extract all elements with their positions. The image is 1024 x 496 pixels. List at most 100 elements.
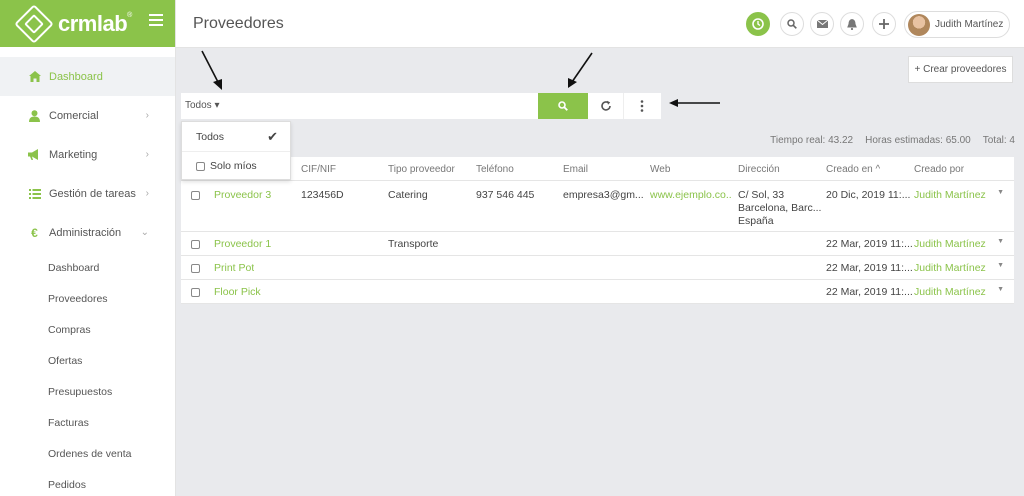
column-header-web[interactable]: Web bbox=[650, 164, 670, 175]
plus-icon bbox=[879, 19, 889, 29]
create-supplier-button[interactable]: + Crear proveedores bbox=[908, 56, 1013, 83]
sidebar-item-comercial[interactable]: Comercial › bbox=[0, 96, 175, 135]
brand-bar: crmlab ® bbox=[0, 0, 175, 47]
supplier-name-link[interactable]: Floor Pick bbox=[214, 286, 261, 298]
user-menu[interactable]: Judith Martínez bbox=[904, 11, 1010, 38]
chevron-right-icon: › bbox=[145, 110, 149, 121]
page-title: Proveedores bbox=[193, 15, 284, 32]
address-line: C/ Sol, 33 bbox=[738, 189, 785, 201]
column-header-email[interactable]: Email bbox=[563, 164, 588, 175]
user-icon bbox=[28, 109, 41, 122]
table-row[interactable]: Proveedor 1 Transporte 22 Mar, 2019 11:.… bbox=[181, 232, 1014, 256]
cell-creado-en: 22 Mar, 2019 11:... bbox=[826, 262, 913, 274]
row-actions-caret-icon[interactable]: ▼ bbox=[997, 238, 1004, 245]
column-header-direccion[interactable]: Dirección bbox=[738, 164, 780, 175]
filter-dropdown-menu: Todos ✔ Solo míos bbox=[181, 121, 291, 180]
column-header-telefono[interactable]: Teléfono bbox=[476, 164, 514, 175]
search-button[interactable] bbox=[780, 12, 804, 36]
checkmark-icon: ✔ bbox=[267, 128, 278, 144]
cell-tipo: Catering bbox=[388, 189, 428, 201]
mail-button[interactable] bbox=[810, 12, 834, 36]
sidebar-subitem-pedidos[interactable]: Pedidos bbox=[0, 469, 175, 496]
sidebar-item-gestion-tareas[interactable]: Gestión de tareas › bbox=[0, 174, 175, 213]
add-button[interactable] bbox=[872, 12, 896, 36]
sidebar-subitem-compras[interactable]: Compras bbox=[0, 314, 175, 345]
sidebar-subitem-presupuestos[interactable]: Presupuestos bbox=[0, 376, 175, 407]
row-actions-caret-icon[interactable]: ▼ bbox=[997, 286, 1004, 293]
cell-creado-por[interactable]: Judith Martínez bbox=[914, 262, 986, 274]
supplier-name-link[interactable]: Proveedor 3 bbox=[214, 189, 271, 201]
supplier-name-link[interactable]: Print Pot bbox=[214, 262, 254, 274]
sidebar-subitem-ordenes-venta[interactable]: Ordenes de venta bbox=[0, 438, 175, 469]
sidebar-item-label: Marketing bbox=[49, 148, 98, 161]
notifications-button[interactable] bbox=[840, 12, 864, 36]
user-name: Judith Martínez bbox=[935, 19, 1004, 30]
column-header-label: Creado en bbox=[826, 164, 873, 175]
sidebar-nav: Dashboard Comercial › Marketing › Gestió… bbox=[0, 47, 175, 496]
column-header-cif[interactable]: CIF/NIF bbox=[301, 164, 336, 175]
sidebar-item-marketing[interactable]: Marketing › bbox=[0, 135, 175, 174]
row-checkbox[interactable] bbox=[191, 288, 200, 297]
filter-dropdown-toggle[interactable]: Todos ▾ bbox=[185, 100, 219, 111]
arrow-to-more-options bbox=[669, 99, 720, 107]
dropdown-option-label: Solo míos bbox=[210, 160, 257, 172]
cell-creado-por[interactable]: Judith Martínez bbox=[914, 286, 986, 298]
refresh-icon bbox=[600, 100, 611, 111]
cell-web-link[interactable]: www.ejemplo.co... bbox=[650, 189, 732, 201]
search-submit-button[interactable] bbox=[538, 93, 588, 119]
row-checkbox[interactable] bbox=[191, 264, 200, 273]
arrow-to-search-button bbox=[568, 52, 593, 88]
chevron-right-icon: › bbox=[145, 188, 149, 199]
cell-creado-por[interactable]: Judith Martínez bbox=[914, 238, 986, 250]
sidebar-subitem-ofertas[interactable]: Ofertas bbox=[0, 345, 175, 376]
table-row[interactable]: Print Pot 22 Mar, 2019 11:... Judith Mar… bbox=[181, 256, 1014, 280]
home-icon bbox=[28, 70, 41, 83]
cell-creado-por[interactable]: Judith Martínez bbox=[914, 189, 986, 201]
table-header-row: CIF/NIF Tipo proveedor Teléfono Email We… bbox=[181, 157, 1014, 181]
euro-icon: € bbox=[31, 225, 38, 240]
bell-icon bbox=[847, 18, 857, 30]
suppliers-table: CIF/NIF Tipo proveedor Teléfono Email We… bbox=[181, 157, 1014, 304]
arrow-to-filter-dropdown bbox=[201, 50, 222, 90]
stat-horas-estimadas: Horas estimadas: 65.00 bbox=[865, 135, 971, 146]
sidebar-subitem-facturas[interactable]: Facturas bbox=[0, 407, 175, 438]
cell-email: empresa3@gm... bbox=[563, 189, 643, 201]
checkbox-icon bbox=[196, 161, 205, 171]
cell-creado-en: 22 Mar, 2019 11:... bbox=[826, 238, 913, 250]
column-header-tipo[interactable]: Tipo proveedor bbox=[388, 164, 455, 175]
dropdown-option-todos[interactable]: Todos ✔ bbox=[182, 122, 290, 151]
sidebar-subitem-proveedores[interactable]: Proveedores bbox=[0, 283, 175, 314]
row-actions-caret-icon[interactable]: ▼ bbox=[997, 262, 1004, 269]
supplier-name-link[interactable]: Proveedor 1 bbox=[214, 238, 271, 250]
row-actions-caret-icon[interactable]: ▼ bbox=[997, 189, 1004, 196]
stats-bar: Tiempo real: 43.22 Horas estimadas: 65.0… bbox=[770, 135, 1015, 146]
cell-cif: 123456D bbox=[301, 189, 344, 201]
sidebar-item-label: Gestión de tareas bbox=[49, 187, 136, 200]
megaphone-icon bbox=[28, 148, 41, 161]
table-row[interactable]: Proveedor 3 123456D Catering 937 546 445… bbox=[181, 181, 1014, 232]
column-header-creado-en[interactable]: Creado en ^ bbox=[826, 164, 880, 175]
cell-tipo: Transporte bbox=[388, 238, 439, 250]
sidebar-subitem-dashboard[interactable]: Dashboard bbox=[0, 252, 175, 283]
search-input[interactable] bbox=[233, 93, 537, 119]
stat-tiempo-real: Tiempo real: 43.22 bbox=[770, 135, 854, 146]
cell-direccion: C/ Sol, 33 Barcelona, Barc... España bbox=[738, 189, 821, 228]
row-checkbox[interactable] bbox=[191, 240, 200, 249]
hamburger-icon[interactable] bbox=[149, 14, 163, 28]
sidebar-item-administracion[interactable]: € Administración ⌄ bbox=[0, 213, 175, 252]
envelope-icon bbox=[816, 20, 828, 28]
clock-button[interactable] bbox=[746, 12, 770, 36]
column-header-creado-por[interactable]: Creado por bbox=[914, 164, 964, 175]
vertical-dots-icon bbox=[640, 100, 644, 112]
dropdown-option-solo-mios[interactable]: Solo míos bbox=[182, 151, 290, 180]
clock-icon bbox=[752, 18, 764, 30]
search-icon bbox=[558, 101, 568, 111]
table-row[interactable]: Floor Pick 22 Mar, 2019 11:... Judith Ma… bbox=[181, 280, 1014, 304]
row-checkbox[interactable] bbox=[191, 191, 200, 200]
logo-icon bbox=[14, 3, 54, 44]
brand-registered: ® bbox=[127, 12, 133, 19]
sidebar-item-dashboard[interactable]: Dashboard bbox=[0, 57, 175, 96]
stat-total: Total: 4 bbox=[982, 135, 1015, 146]
refresh-button[interactable] bbox=[588, 93, 624, 119]
more-options-button[interactable] bbox=[624, 93, 660, 119]
